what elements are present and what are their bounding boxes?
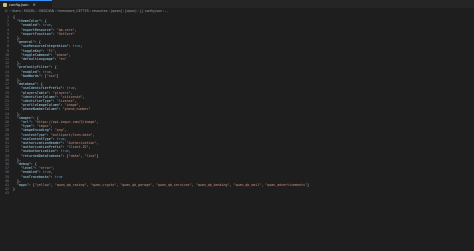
tab-bar: config.json ×: [0, 0, 474, 8]
code-line[interactable]: 43: [0, 191, 474, 195]
tab-label: config.json: [9, 2, 29, 7]
breadcrumb[interactable]: C: › Users › MODEL › OBSIDIAN › framewor…: [5, 9, 168, 14]
json-file-icon: [3, 2, 7, 7]
line-number: 43: [5, 191, 9, 196]
code-editor[interactable]: 1{2 "themeColor": {3 "enabled": true, 4 "…: [0, 15, 474, 251]
close-icon[interactable]: ×: [33, 2, 36, 7]
tab-config-json[interactable]: config.json ×: [0, 0, 52, 8]
editor-window: config.json × C: › Users › MODEL › OBSID…: [0, 0, 474, 251]
